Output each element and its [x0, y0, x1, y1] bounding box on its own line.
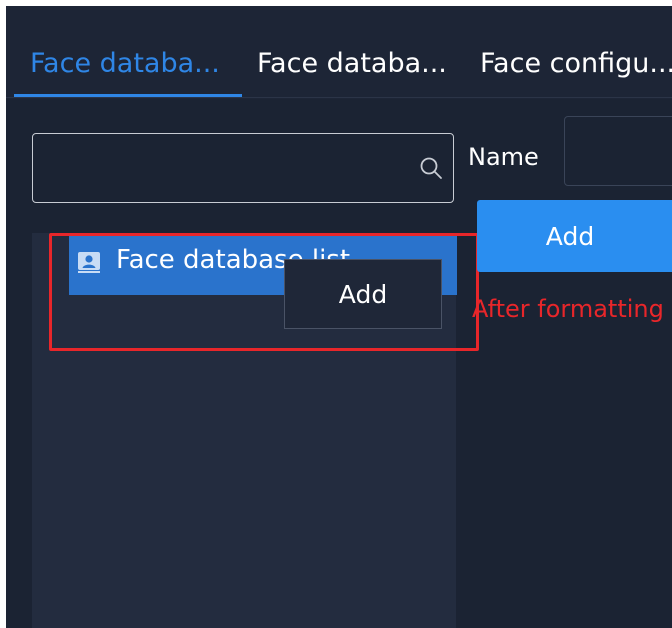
- content-area: Face database list Add Name Add After fo…: [6, 99, 672, 628]
- search-input[interactable]: [32, 133, 454, 203]
- tab-face-configuration[interactable]: Face configu...: [480, 48, 672, 79]
- tab-divider: [6, 97, 672, 98]
- error-message: After formatting: [472, 295, 664, 323]
- tab-face-database-1[interactable]: Face databa...: [30, 48, 220, 79]
- context-menu: Add: [284, 259, 442, 329]
- search-icon[interactable]: [419, 156, 443, 180]
- user-card-icon: [78, 252, 100, 273]
- add-button[interactable]: Add: [477, 200, 672, 272]
- name-label: Name: [468, 143, 539, 171]
- tab-face-database-2[interactable]: Face databa...: [257, 48, 447, 79]
- context-menu-add[interactable]: Add: [285, 260, 441, 328]
- name-input[interactable]: [564, 116, 672, 186]
- tab-bar: Face databa... Face databa... Face confi…: [6, 6, 672, 99]
- app-window: Face databa... Face databa... Face confi…: [6, 6, 672, 628]
